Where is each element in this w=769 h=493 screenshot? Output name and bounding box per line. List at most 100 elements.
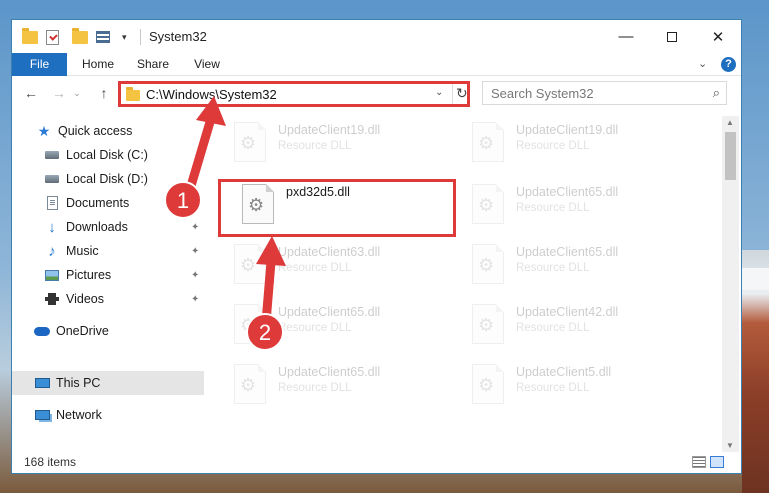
scrollbar-thumb[interactable]: [725, 132, 736, 180]
pin-icon[interactable]: ✦: [191, 270, 199, 281]
forward-button[interactable]: →: [50, 84, 68, 102]
search-icon[interactable]: ⌕: [713, 85, 720, 101]
pin-icon[interactable]: ✦: [191, 294, 199, 305]
pictures-icon: [44, 267, 60, 283]
dll-file-icon: ⚙: [472, 122, 504, 162]
dll-file-icon: ⚙: [472, 184, 504, 224]
status-bar: 168 items: [12, 452, 741, 474]
item-count: 168 items: [24, 455, 77, 469]
new-folder-icon[interactable]: [72, 27, 88, 46]
scroll-down-icon[interactable]: ▼: [726, 441, 734, 450]
scroll-up-icon[interactable]: ▲: [726, 118, 734, 127]
back-button[interactable]: ←: [22, 84, 40, 102]
maximize-button[interactable]: [649, 20, 695, 53]
customize-toolbar-dropdown-icon[interactable]: ▾: [122, 28, 127, 46]
file-name: UpdateClient19.dll: [278, 123, 381, 137]
sidebar-item-local-disk-c[interactable]: Local Disk (C:): [12, 143, 204, 167]
sidebar-item-label: Quick access: [58, 124, 133, 138]
properties-icon[interactable]: [46, 28, 59, 46]
up-button[interactable]: ↑: [95, 84, 113, 102]
view-icon[interactable]: [96, 28, 110, 46]
onedrive-icon: [34, 323, 50, 339]
file-name: UpdateClient65.dll: [516, 185, 619, 199]
sidebar-item-this-pc[interactable]: This PC: [12, 371, 204, 395]
title-separator: [140, 29, 141, 45]
sidebar-item-network[interactable]: Network: [12, 403, 204, 427]
address-folder-icon: [126, 87, 140, 101]
file-type: Resource DLL: [278, 382, 352, 394]
download-icon: ↓: [48, 218, 56, 236]
search-input[interactable]: [491, 83, 701, 103]
file-item[interactable]: ⚙ UpdateClient65.dll Resource DLL: [230, 362, 455, 418]
pin-icon[interactable]: ✦: [191, 198, 199, 209]
file-name: UpdateClient42.dll: [516, 305, 619, 319]
address-separator: [452, 84, 453, 104]
sidebar-item-label: Network: [56, 408, 102, 422]
file-list: ⚙ UpdateClient19.dll Resource DLL ⚙ pxd3…: [216, 116, 721, 446]
file-name: UpdateClient65.dll: [278, 365, 381, 379]
ribbon-tabs: File Home Share View ⌄ ?: [12, 53, 741, 76]
sidebar-item-pictures[interactable]: Pictures ✦: [12, 263, 204, 287]
file-item[interactable]: ⚙ UpdateClient19.dll Resource DLL: [230, 120, 455, 176]
navigation-pane: ★ Quick access Local Disk (C:) Local Dis…: [12, 116, 205, 446]
document-icon: [44, 195, 60, 211]
vertical-scrollbar[interactable]: ▲ ▼: [722, 116, 739, 452]
music-icon: ♪: [48, 242, 56, 260]
help-icon[interactable]: ?: [721, 57, 736, 72]
tab-share[interactable]: Share: [127, 53, 179, 76]
file-name: UpdateClient63.dll: [278, 245, 381, 259]
pin-icon[interactable]: ✦: [191, 246, 199, 257]
network-icon: [34, 407, 50, 423]
title-bar: ▾ System32 — ✕: [12, 20, 741, 53]
sidebar-item-documents[interactable]: Documents ✦: [12, 191, 204, 215]
folder-icon[interactable]: [22, 27, 38, 46]
file-item[interactable]: ⚙ UpdateClient63.dll Resource DLL: [230, 242, 455, 298]
sidebar-item-label: OneDrive: [56, 324, 109, 338]
file-name: UpdateClient5.dll: [516, 365, 612, 379]
file-item[interactable]: ⚙ UpdateClient65.dll Resource DLL: [468, 182, 693, 238]
wallpaper-roof-snow: [742, 268, 769, 290]
pin-icon[interactable]: ✦: [191, 222, 199, 233]
file-item[interactable]: ⚙ UpdateClient65.dll Resource DLL: [468, 242, 693, 298]
details-view-button[interactable]: [692, 456, 706, 468]
minimize-button[interactable]: —: [603, 20, 649, 53]
expand-ribbon-icon[interactable]: ⌄: [698, 57, 707, 70]
sidebar-item-onedrive[interactable]: OneDrive: [12, 319, 204, 343]
file-type: Resource DLL: [516, 322, 590, 334]
sidebar-item-label: Downloads: [66, 220, 128, 234]
recent-locations-dropdown[interactable]: ⌄: [72, 84, 82, 102]
close-button[interactable]: ✕: [695, 20, 741, 53]
file-item[interactable]: ⚙ UpdateClient5.dll Resource DLL: [468, 362, 693, 418]
navigation-bar: ← → ⌄ ↑ C:\Windows\System32 ⌄ ↻ ⌕: [12, 78, 741, 110]
file-item[interactable]: ⚙ UpdateClient19.dll Resource DLL: [468, 120, 693, 176]
tab-home[interactable]: Home: [70, 53, 126, 76]
dll-file-icon: ⚙: [234, 304, 266, 344]
large-icons-view-button[interactable]: [710, 456, 724, 468]
file-type: Resource DLL: [516, 382, 590, 394]
refresh-icon[interactable]: ↻: [456, 85, 468, 102]
sidebar-item-videos[interactable]: Videos ✦: [12, 287, 204, 311]
sidebar-item-label: Local Disk (D:): [66, 172, 148, 186]
sidebar-item-quick-access[interactable]: ★ Quick access: [12, 119, 204, 143]
address-dropdown-icon[interactable]: ⌄: [435, 87, 443, 98]
dll-file-icon: ⚙: [472, 364, 504, 404]
address-bar[interactable]: C:\Windows\System32 ⌄ ↻: [118, 81, 470, 107]
search-box[interactable]: ⌕: [482, 81, 727, 105]
tab-view[interactable]: View: [182, 53, 232, 76]
dll-file-icon: ⚙: [472, 304, 504, 344]
sidebar-item-music[interactable]: ♪ Music ✦: [12, 239, 204, 263]
star-icon: ★: [37, 122, 51, 139]
file-type: Resource DLL: [516, 202, 590, 214]
sidebar-item-local-disk-d[interactable]: Local Disk (D:): [12, 167, 204, 191]
sidebar-item-downloads[interactable]: ↓ Downloads ✦: [12, 215, 204, 239]
tab-file[interactable]: File: [12, 53, 67, 76]
address-path[interactable]: C:\Windows\System32: [146, 87, 277, 102]
sidebar-item-label: Videos: [66, 292, 104, 306]
dll-file-icon: ⚙: [234, 244, 266, 284]
file-name: UpdateClient65.dll: [278, 305, 381, 319]
file-item[interactable]: ⚙ UpdateClient65.dll Resource DLL: [230, 302, 455, 358]
sidebar-item-label: Local Disk (C:): [66, 148, 148, 162]
file-name: UpdateClient19.dll: [516, 123, 619, 137]
file-type: Resource DLL: [516, 262, 590, 274]
file-item[interactable]: ⚙ UpdateClient42.dll Resource DLL: [468, 302, 693, 358]
